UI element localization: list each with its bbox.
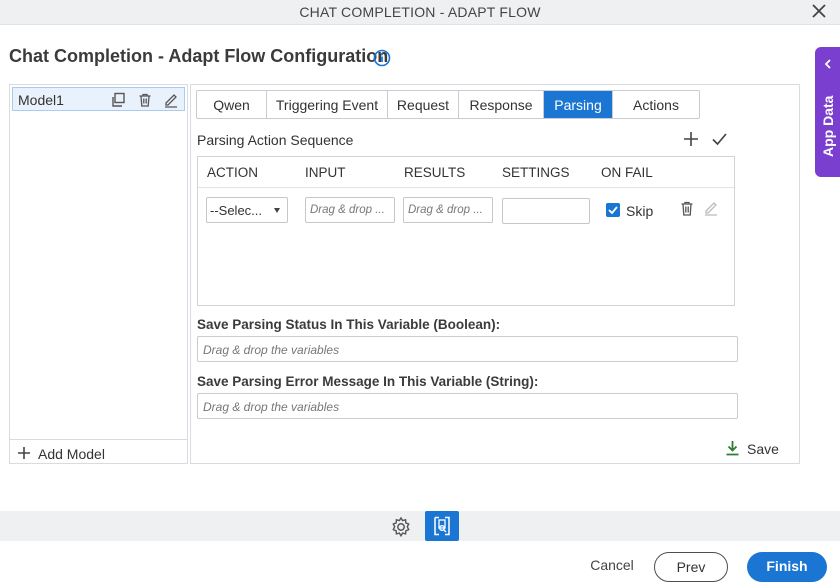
window-title: CHAT COMPLETION - ADAPT FLOW xyxy=(299,4,541,20)
model-item[interactable]: Model1 xyxy=(12,87,185,111)
plus-icon xyxy=(18,447,30,459)
save-label: Save xyxy=(747,441,779,457)
add-row-icon[interactable] xyxy=(683,131,699,147)
window-titlebar: CHAT COMPLETION - ADAPT FLOW xyxy=(0,0,840,25)
edit-icon[interactable] xyxy=(163,92,179,108)
tab-actions[interactable]: Actions xyxy=(613,91,699,118)
duplicate-icon[interactable] xyxy=(110,92,126,108)
dropdown-caret-icon xyxy=(274,208,280,213)
chevron-left-icon xyxy=(824,59,831,69)
download-icon xyxy=(726,441,739,456)
skip-checkbox[interactable] xyxy=(606,203,620,217)
delete-row-icon[interactable] xyxy=(679,200,695,217)
tab-request[interactable]: Request xyxy=(388,91,459,118)
column-header: SETTINGS xyxy=(502,165,570,180)
add-model-button[interactable]: Add Model xyxy=(10,439,187,464)
finish-button[interactable]: Finish xyxy=(747,552,827,582)
action-select-value: --Selec... xyxy=(210,203,263,218)
parsing-sequence-title: Parsing Action Sequence xyxy=(197,132,354,148)
model-list-panel: Model1 Add Model xyxy=(9,84,188,464)
tab-qwen[interactable]: Qwen xyxy=(197,91,267,118)
add-model-label: Add Model xyxy=(38,446,105,462)
app-data-tab[interactable]: App Data xyxy=(815,47,840,177)
column-header: ON FAIL xyxy=(601,165,653,180)
bottom-toolbar xyxy=(0,511,840,541)
input-drop-field[interactable]: Drag & drop ... xyxy=(305,197,395,223)
error-variable-label: Save Parsing Error Message In This Varia… xyxy=(197,374,539,389)
parsing-action-table: ACTION INPUT RESULTS SETTINGS ON FAIL --… xyxy=(197,156,735,306)
prev-button[interactable]: Prev xyxy=(654,552,728,582)
close-icon[interactable] xyxy=(810,2,828,20)
cancel-button[interactable]: Cancel xyxy=(578,557,646,577)
app-data-label: App Data xyxy=(820,95,836,157)
delete-icon[interactable] xyxy=(137,92,153,108)
tab-response[interactable]: Response xyxy=(459,91,544,118)
tab-triggering-event[interactable]: Triggering Event xyxy=(267,91,388,118)
error-variable-field[interactable]: Drag & drop the variables xyxy=(197,393,738,419)
settings-field[interactable] xyxy=(502,198,590,224)
results-drop-field[interactable]: Drag & drop ... xyxy=(403,197,493,223)
status-variable-field[interactable]: Drag & drop the variables xyxy=(197,336,738,362)
skip-label: Skip xyxy=(626,203,654,219)
status-variable-label: Save Parsing Status In This Variable (Bo… xyxy=(197,317,501,332)
gear-icon[interactable] xyxy=(390,516,412,538)
model-name: Model1 xyxy=(18,92,64,108)
edit-row-icon[interactable] xyxy=(703,200,719,216)
info-icon[interactable] xyxy=(373,49,391,67)
column-header: ACTION xyxy=(207,165,259,180)
tab-bar: Qwen Triggering Event Request Response P… xyxy=(196,90,700,119)
form-preview-button[interactable] xyxy=(425,511,459,541)
table-header: ACTION INPUT RESULTS SETTINGS ON FAIL xyxy=(198,157,734,188)
tab-parsing[interactable]: Parsing xyxy=(544,91,613,118)
column-header: RESULTS xyxy=(404,165,466,180)
check-icon[interactable] xyxy=(711,131,728,147)
column-header: INPUT xyxy=(305,165,346,180)
config-panel: Qwen Triggering Event Request Response P… xyxy=(190,84,800,464)
save-button[interactable]: Save xyxy=(725,440,785,458)
document-search-icon xyxy=(434,516,450,536)
page-title: Chat Completion - Adapt Flow Configurati… xyxy=(9,46,389,66)
action-select[interactable]: --Selec... xyxy=(206,197,288,223)
